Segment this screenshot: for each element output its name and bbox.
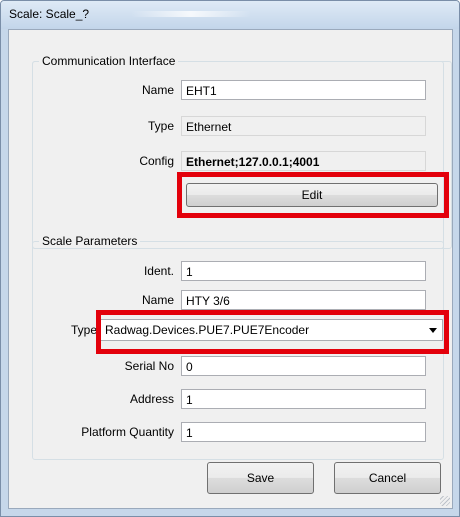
save-button[interactable]: Save bbox=[207, 462, 314, 494]
window-title: Scale: Scale_? bbox=[9, 7, 90, 21]
communication-interface-title: Communication Interface bbox=[39, 54, 179, 68]
scale-serial-field[interactable]: 0 bbox=[181, 356, 426, 376]
scale-ident-label: Ident. bbox=[143, 264, 174, 278]
dialog-client-area: Communication Interface Name EHT1 Type E… bbox=[8, 29, 453, 509]
scale-platform-field[interactable]: 1 bbox=[181, 422, 426, 442]
type-dropdown-highlight bbox=[96, 310, 449, 354]
comm-config-label: Config bbox=[139, 154, 174, 168]
comm-type-field: Ethernet bbox=[181, 116, 426, 136]
scale-name-label: Name bbox=[141, 293, 174, 307]
comm-name-label: Name bbox=[141, 83, 174, 97]
comm-config-field: Ethernet;127.0.0.1;4001 bbox=[181, 151, 426, 171]
title-bar-glare bbox=[131, 11, 251, 17]
resize-grip[interactable] bbox=[440, 496, 450, 506]
edit-button-highlight bbox=[177, 172, 449, 218]
scale-platform-label: Platform Quantity bbox=[81, 425, 174, 439]
scale-type-label: Type bbox=[70, 323, 97, 337]
comm-type-label: Type bbox=[147, 119, 174, 133]
scale-ident-field[interactable]: 1 bbox=[181, 261, 426, 281]
scale-dialog-window: Scale: Scale_? Communication Interface N… bbox=[0, 0, 460, 517]
scale-serial-label: Serial No bbox=[124, 359, 174, 373]
scale-name-field[interactable]: HTY 3/6 bbox=[181, 290, 426, 310]
scale-parameters-title: Scale Parameters bbox=[39, 234, 141, 248]
cancel-button[interactable]: Cancel bbox=[334, 462, 441, 494]
title-bar[interactable]: Scale: Scale_? bbox=[1, 1, 459, 29]
comm-name-field[interactable]: EHT1 bbox=[181, 80, 426, 100]
scale-address-label: Address bbox=[129, 392, 174, 406]
scale-address-field[interactable]: 1 bbox=[181, 389, 426, 409]
